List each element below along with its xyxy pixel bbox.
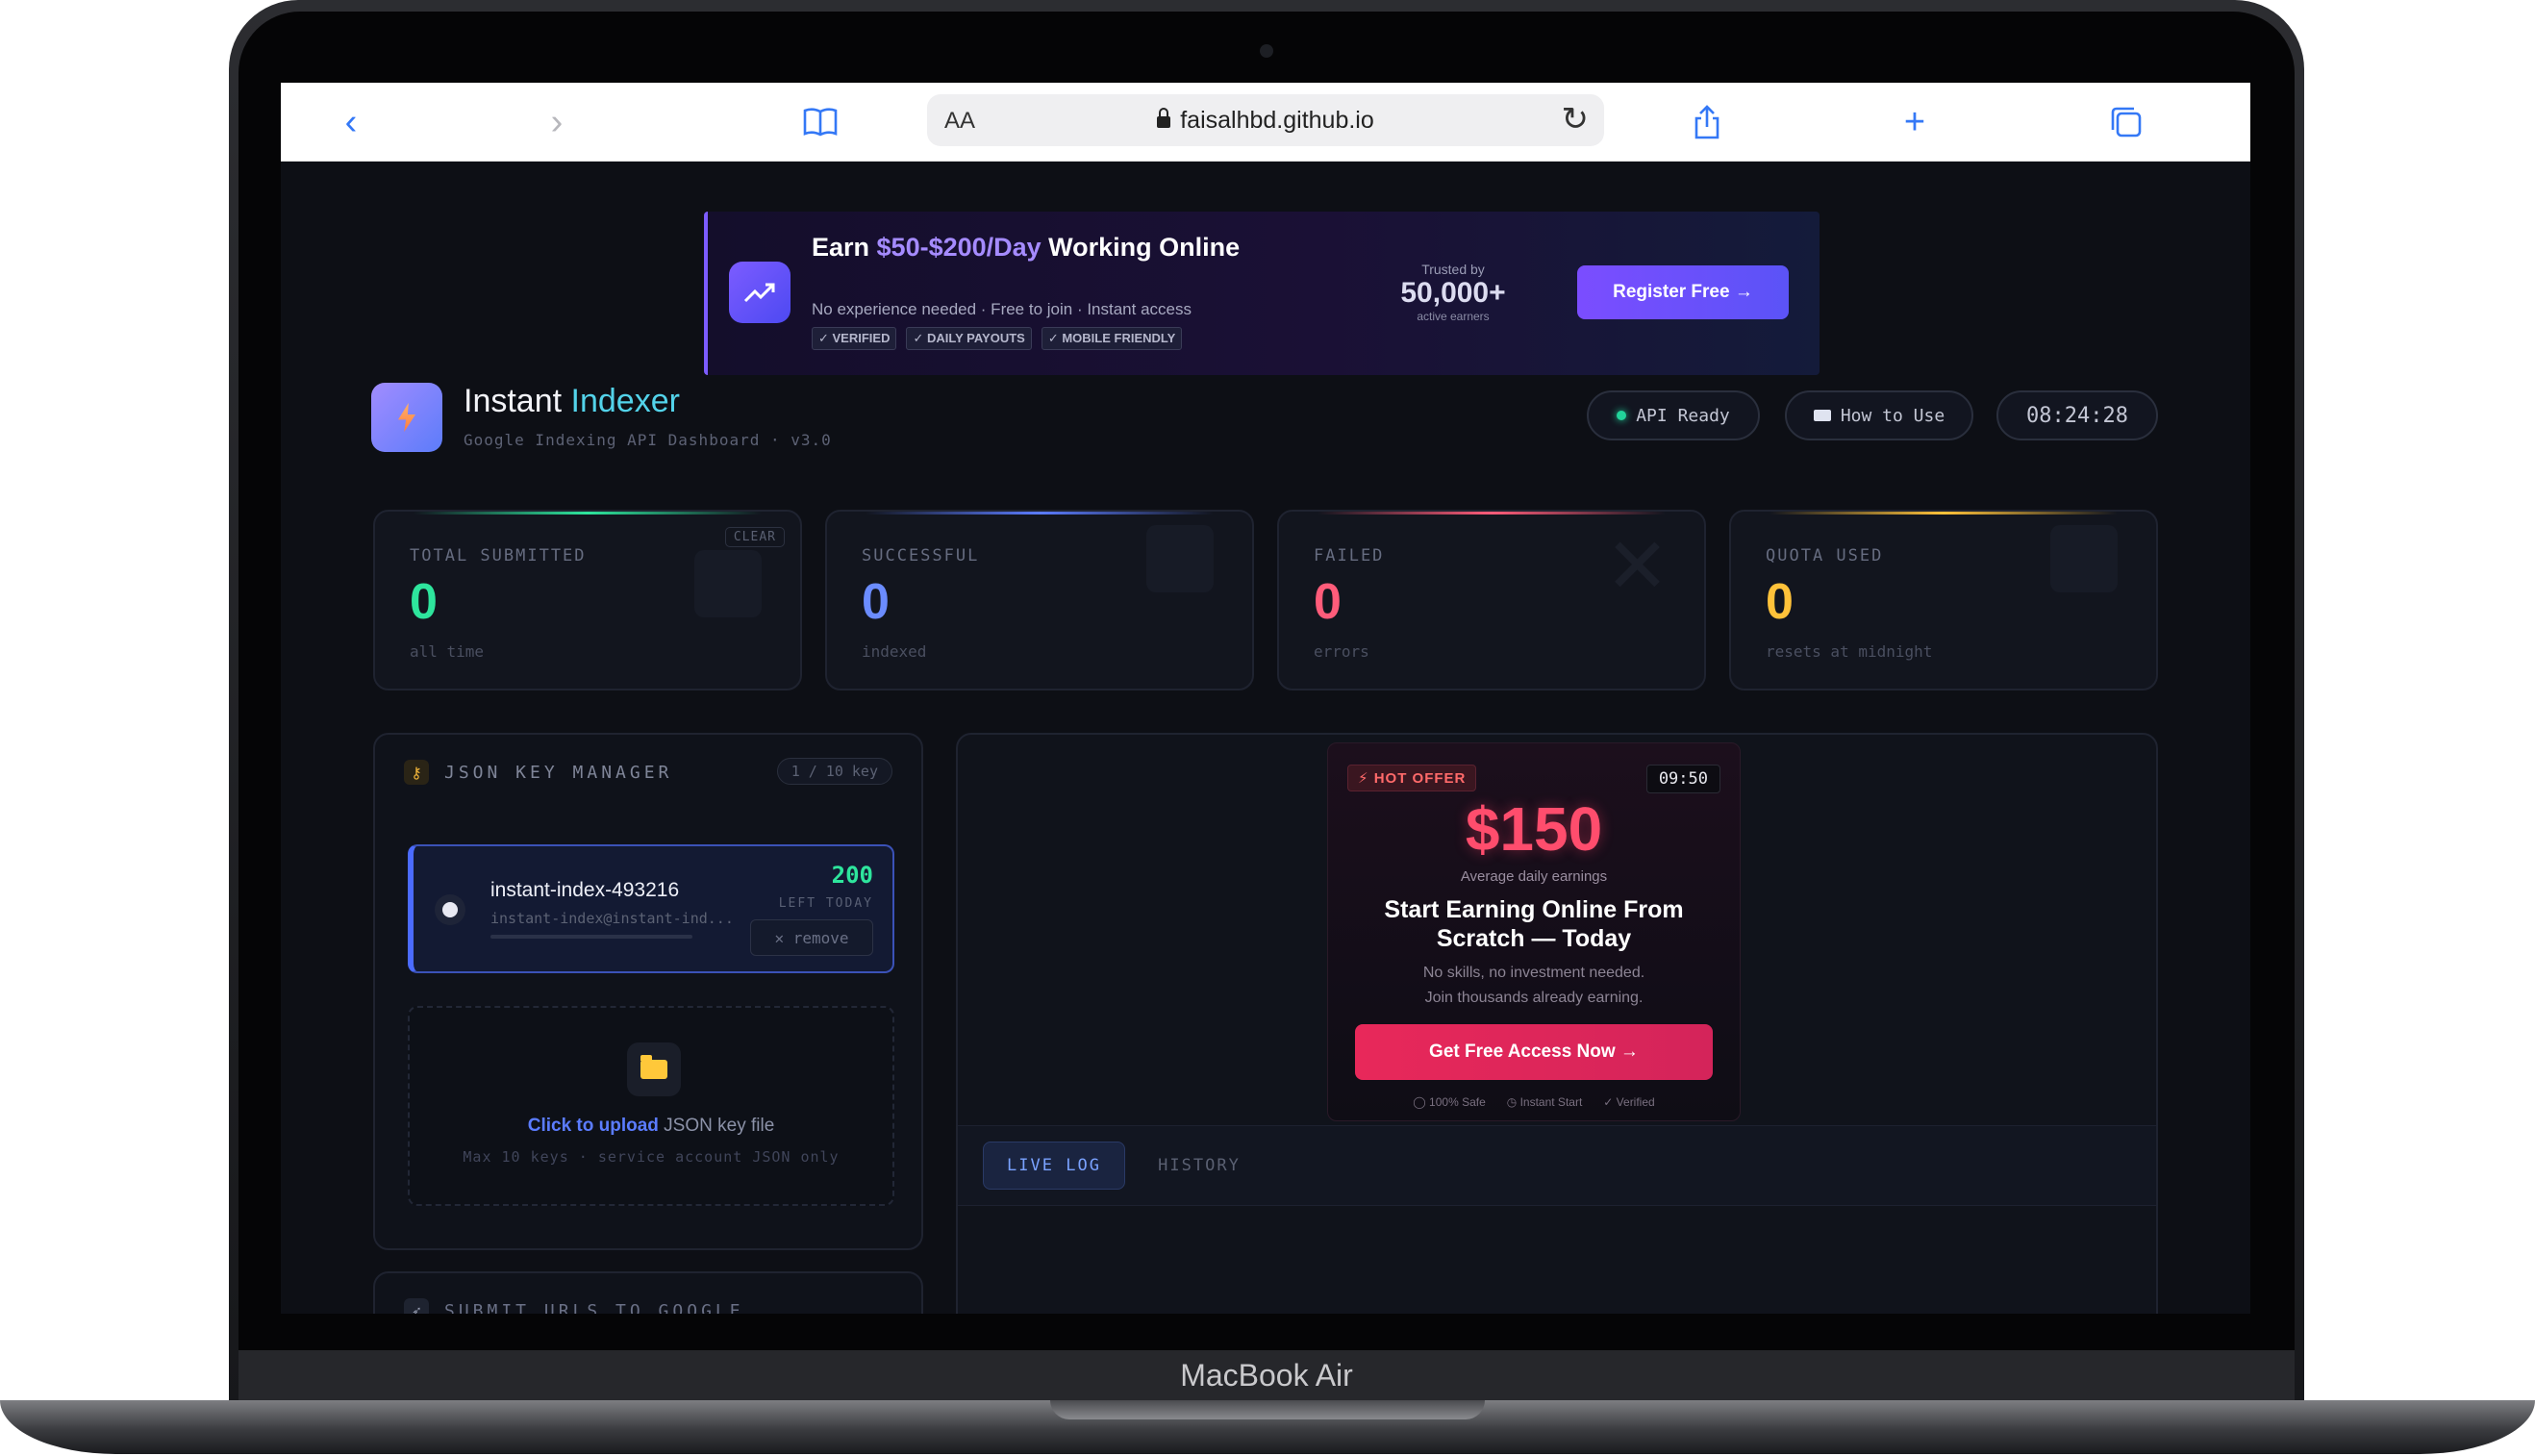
key-quota-bar	[490, 935, 692, 939]
offer-price: $150	[1465, 794, 1603, 864]
new-tab-icon[interactable]: +	[1893, 100, 1937, 144]
key-count-badge: 1 / 10 key	[776, 758, 892, 785]
banner-tag: ✓ DAILY PAYOUTS	[906, 327, 1032, 350]
stat-label: FAILED	[1314, 546, 1385, 565]
banner-title: Earn $50-$200/Day Working Online	[812, 233, 1241, 262]
key-email: instant-index@instant-ind...	[490, 910, 731, 927]
clear-button[interactable]: CLEAR	[724, 527, 785, 547]
clock: 08:24:28	[1996, 390, 2158, 440]
stat-value: 0	[1314, 574, 1342, 630]
tab-live-log[interactable]: LIVE LOG	[983, 1142, 1125, 1190]
clock-icon: ◷ Instant Start	[1506, 1095, 1583, 1109]
stat-sub: indexed	[862, 642, 927, 661]
how-to-use-button[interactable]: How to Use	[1785, 390, 1973, 440]
hot-offer-badge: ⚡ HOT OFFER	[1347, 765, 1477, 791]
api-status-badge: API Ready	[1587, 390, 1760, 440]
quota-icon	[2050, 525, 2118, 592]
trusted-by: Trusted by 50,000+ active earners	[1400, 262, 1506, 323]
check-icon	[1146, 525, 1214, 592]
share-icon[interactable]	[1685, 100, 1729, 144]
stat-card-total: CLEAR TOTAL SUBMITTED 0 all time	[373, 510, 802, 690]
register-free-button[interactable]: Register Free →	[1577, 265, 1789, 319]
stat-card-successful: SUCCESSFUL 0 indexed	[825, 510, 1254, 690]
app-logo	[371, 383, 442, 452]
laptop-chin: MacBook Air	[238, 1350, 2295, 1400]
screen: ‹ › AA faisalhbd.github.io ↻ + Earn $50-…	[281, 83, 2250, 1314]
key-select-radio[interactable]	[435, 894, 465, 925]
rocket-icon: ➶	[404, 1298, 429, 1314]
cross-icon: ✕	[1604, 523, 1669, 609]
folder-icon	[640, 1055, 667, 1079]
browser-toolbar: ‹ › AA faisalhbd.github.io ↻ +	[281, 83, 2250, 162]
stat-card-quota: QUOTA USED 0 resets at midnight	[1729, 510, 2158, 690]
card-deco-icon	[694, 550, 762, 617]
card-accent-line	[866, 512, 1214, 515]
bolt-icon	[398, 403, 415, 432]
address-bar[interactable]: AA faisalhbd.github.io ↻	[927, 94, 1604, 146]
json-key-manager-panel: ⚷ JSON KEY MANAGER 1 / 10 key instant-in…	[373, 733, 923, 1250]
card-accent-line	[414, 512, 762, 515]
banner-tags: ✓ VERIFIED ✓ DAILY PAYOUTS ✓ MOBILE FRIE…	[812, 327, 1183, 350]
lock-icon	[1157, 108, 1171, 128]
stat-sub: resets at midnight	[1766, 642, 1933, 661]
offer-trust-row: ◯ 100% Safe ◷ Instant Start ✓ Verified	[1328, 1095, 1740, 1109]
bookmarks-icon[interactable]	[796, 100, 844, 144]
url-text: faisalhbd.github.io	[1180, 107, 1374, 134]
key-remaining-label: LEFT TODAY	[778, 896, 873, 911]
panel-title: JSON KEY MANAGER	[444, 762, 673, 783]
log-panel: ⚡ HOT OFFER 09:50 $150 Average daily ear…	[956, 733, 2158, 1314]
stat-card-failed: ✕ FAILED 0 errors	[1277, 510, 1706, 690]
status-dot-icon	[1617, 411, 1627, 420]
offer-title: Start Earning Online From Scratch — Toda…	[1384, 896, 1684, 952]
offer-timer: 09:50	[1645, 765, 1720, 793]
stat-sub: errors	[1314, 642, 1369, 661]
log-tabs: LIVE LOG HISTORY	[958, 1125, 2156, 1206]
key-icon: ⚷	[404, 760, 429, 785]
submit-urls-panel: ➶ SUBMIT URLS TO GOOGLE	[373, 1271, 923, 1314]
upload-link[interactable]: Click to upload	[528, 1116, 659, 1136]
card-accent-line	[1769, 512, 2118, 515]
shield-icon: ◯ 100% Safe	[1413, 1095, 1486, 1109]
offer-ad[interactable]: ⚡ HOT OFFER 09:50 $150 Average daily ear…	[1327, 742, 1741, 1121]
stat-value: 0	[862, 574, 890, 630]
laptop-notch	[1050, 1400, 1485, 1419]
offer-price-sub: Average daily earnings	[1460, 868, 1608, 885]
stat-label: SUCCESSFUL	[862, 546, 980, 565]
forward-icon[interactable]: ›	[535, 100, 579, 144]
key-item[interactable]: instant-index-493216 instant-index@insta…	[408, 844, 894, 973]
key-name: instant-index-493216	[490, 879, 680, 901]
get-free-access-button[interactable]: Get Free Access Now →	[1355, 1024, 1713, 1080]
upload-hint: Max 10 keys · service account JSON only	[463, 1148, 840, 1166]
key-remaining: 200	[831, 862, 873, 889]
banner-tag: ✓ VERIFIED	[812, 327, 897, 350]
tabs-overview-icon[interactable]	[2104, 100, 2148, 144]
top-banner-ad[interactable]: Earn $50-$200/Day Working Online No expe…	[704, 212, 1820, 375]
stat-sub: all time	[410, 642, 485, 661]
offer-description: No skills, no investment needed. Join th…	[1422, 965, 1645, 1006]
stat-label: QUOTA USED	[1766, 546, 1884, 565]
stat-label: TOTAL SUBMITTED	[410, 546, 587, 565]
stat-value: 0	[410, 574, 438, 630]
banner-tag: ✓ MOBILE FRIENDLY	[1041, 327, 1183, 350]
check-icon: ✓ Verified	[1603, 1095, 1655, 1109]
panel-title: SUBMIT URLS TO GOOGLE	[444, 1300, 744, 1315]
app-title: Instant Indexer	[464, 383, 680, 419]
book-icon	[1813, 410, 1831, 421]
reload-icon[interactable]: ↻	[1562, 100, 1590, 138]
card-accent-line	[1318, 512, 1666, 515]
device-label: MacBook Air	[1180, 1358, 1353, 1393]
tab-history[interactable]: HISTORY	[1137, 1142, 1262, 1190]
app-subtitle: Google Indexing API Dashboard · v3.0	[464, 431, 832, 449]
upload-dropzone[interactable]: Click to upload JSON key file Max 10 key…	[408, 1006, 894, 1206]
camera-icon	[1260, 44, 1273, 58]
remove-key-button[interactable]: ✕ remove	[750, 919, 873, 956]
back-icon[interactable]: ‹	[329, 100, 373, 144]
banner-subtitle: No experience needed · Free to join · In…	[812, 300, 1192, 318]
stat-value: 0	[1766, 574, 1794, 630]
trending-up-icon	[729, 262, 791, 323]
